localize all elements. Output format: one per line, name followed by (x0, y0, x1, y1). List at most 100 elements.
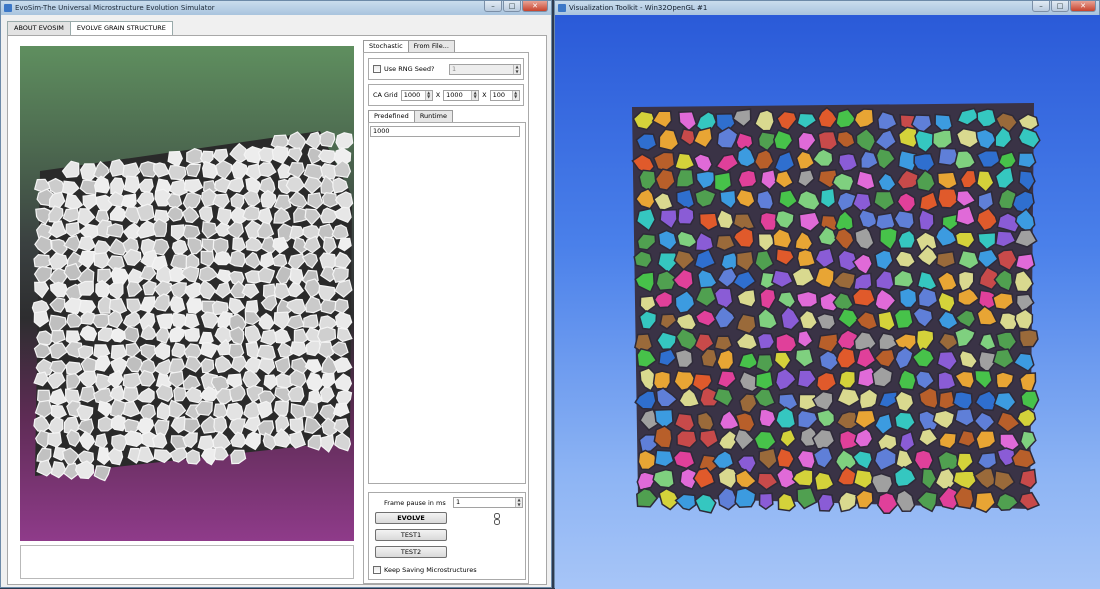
grain-cell (185, 449, 201, 465)
frame-pause-label: Frame pause in ms (384, 499, 446, 507)
evolve-tab-panel: Stochastic From File... Use RNG Seed? 1 … (7, 35, 547, 585)
grain-cell (94, 433, 108, 449)
colored-grain-cell (713, 335, 734, 352)
ca-grid-z-spinbox[interactable]: 100 ▲ ▼ (489, 89, 520, 101)
colored-grain-cell (737, 169, 758, 189)
colored-grain-cell (1018, 328, 1039, 348)
colored-grain-cell (756, 332, 776, 351)
grain-cell (229, 250, 246, 268)
predefined-steps-input[interactable]: 1000 (370, 126, 520, 137)
tab-from-file[interactable]: From File... (407, 40, 455, 52)
stochastic-panel: Use RNG Seed? 1 ▲ ▼ CA Grid 1000 ▲ ▼ X 1… (363, 52, 529, 584)
vtk-titlebar[interactable]: Visualization Toolkit - Win32OpenGL #1 –… (555, 1, 1099, 15)
colored-grain-cell (898, 287, 918, 309)
close-button[interactable]: ✕ (1070, 1, 1096, 12)
grain-cell (213, 415, 228, 434)
spin-arrows-icon[interactable]: ▲ ▼ (471, 90, 479, 100)
grain-cell (93, 465, 111, 482)
ca-grid-separator: X (435, 91, 441, 99)
window-title: EvoSim-The Universal Microstructure Evol… (15, 4, 215, 12)
grain-cell (273, 400, 290, 417)
ca-grid-label: CA Grid (373, 91, 398, 99)
grain-cell (335, 132, 354, 150)
grain-cell (124, 430, 145, 448)
colored-grain-cell (851, 287, 877, 308)
vtk-window: Visualization Toolkit - Win32OpenGL #1 –… (554, 0, 1100, 589)
close-button[interactable]: ✕ (522, 1, 548, 12)
test1-button[interactable]: TEST1 (375, 529, 447, 541)
colored-grain-cell (819, 187, 837, 209)
tab-runtime[interactable]: Runtime (413, 110, 453, 122)
colored-grain-cell (675, 168, 695, 188)
grain-cell (184, 327, 201, 342)
controls-panel: Stochastic From File... Use RNG Seed? 1 … (363, 40, 531, 584)
evolve-button[interactable]: EVOLVE (375, 512, 447, 524)
minimize-button[interactable]: – (484, 1, 502, 12)
colored-grain-cell (893, 308, 914, 330)
ca-grid-group: CA Grid 1000 ▲ ▼ X 1000 ▲ ▼ X 100 ▲ ▼ (368, 84, 524, 106)
ca-grid-y-spinbox[interactable]: 1000 ▲ ▼ (443, 89, 480, 101)
rng-seed-spinbox[interactable]: 1 ▲ ▼ (449, 64, 521, 75)
app-icon (4, 4, 12, 12)
spin-arrows-icon[interactable]: ▲ ▼ (424, 90, 432, 100)
colored-grain-cell (817, 493, 835, 512)
predefined-steps-value: 1000 (373, 127, 390, 135)
window-controls: – □ ✕ (484, 1, 548, 13)
mode-tabs: Predefined Runtime (368, 110, 526, 123)
colored-grain-cell (758, 492, 774, 511)
ca-grid-separator: X (482, 91, 487, 99)
grain-cell (77, 280, 95, 296)
colored-grain-cell (1014, 252, 1036, 272)
log-panel (20, 545, 354, 579)
ca-grid-x-spinbox[interactable]: 1000 ▲ ▼ (400, 89, 433, 101)
colored-grain-cell (938, 390, 957, 411)
rng-group: Use RNG Seed? 1 ▲ ▼ (368, 58, 524, 80)
colored-grain-cell (838, 370, 857, 390)
grain-structure-render (31, 130, 354, 482)
window-controls: – □ ✕ (1032, 1, 1096, 13)
colored-grain-cell (674, 348, 694, 369)
grain-cell (303, 400, 319, 418)
colored-grain-render (631, 103, 1041, 514)
colored-grain-cell (795, 290, 819, 308)
grain-cell (156, 401, 171, 421)
grain-cell (61, 160, 80, 179)
spin-arrows-icon[interactable]: ▲ ▼ (511, 90, 519, 100)
tab-about-evosim[interactable]: ABOUT EVOSIM (7, 21, 71, 35)
source-tabs: Stochastic From File... (363, 40, 531, 53)
grain-cell (333, 159, 352, 178)
app-icon (558, 4, 566, 12)
use-rng-seed-checkbox[interactable] (373, 65, 381, 73)
grain-cell (186, 148, 204, 165)
colored-grain-cell (931, 129, 954, 150)
use-rng-seed-label: Use RNG Seed? (384, 65, 435, 73)
grain-cell (33, 253, 51, 269)
grain-cell (167, 164, 187, 181)
keep-saving-checkbox[interactable] (373, 566, 381, 574)
vtk-render-canvas[interactable] (555, 15, 1100, 589)
grain-structure-viewport[interactable] (20, 46, 354, 541)
evosim-window: EvoSim-The Universal Microstructure Evol… (0, 0, 552, 588)
grain-cell (110, 177, 125, 195)
colored-grain-cell (672, 450, 696, 470)
tab-evolve-grain-structure[interactable]: EVOLVE GRAIN STRUCTURE (69, 21, 173, 36)
ca-grid-z-value: 100 (492, 90, 506, 99)
spin-arrows-icon[interactable]: ▲ ▼ (513, 64, 520, 74)
colored-grain-cell (817, 130, 839, 151)
frame-pause-value: 1 (456, 498, 461, 506)
grain-cell (230, 449, 247, 465)
maximize-button[interactable]: □ (503, 1, 521, 12)
grain-cell (106, 223, 124, 238)
frame-pause-spinbox[interactable]: 1 ▲ ▼ (453, 497, 523, 508)
colored-grain-cell (1018, 372, 1037, 394)
grain-cell (319, 130, 336, 148)
test2-button[interactable]: TEST2 (375, 546, 447, 558)
link-icon (494, 513, 500, 525)
spin-arrows-icon[interactable]: ▲ ▼ (515, 497, 522, 507)
minimize-button[interactable]: – (1032, 1, 1050, 12)
grain-cell (171, 239, 189, 254)
maximize-button[interactable]: □ (1051, 1, 1069, 12)
colored-grain-cell (937, 450, 960, 471)
colored-grain-cell (677, 205, 695, 226)
evosim-titlebar[interactable]: EvoSim-The Universal Microstructure Evol… (1, 1, 551, 15)
